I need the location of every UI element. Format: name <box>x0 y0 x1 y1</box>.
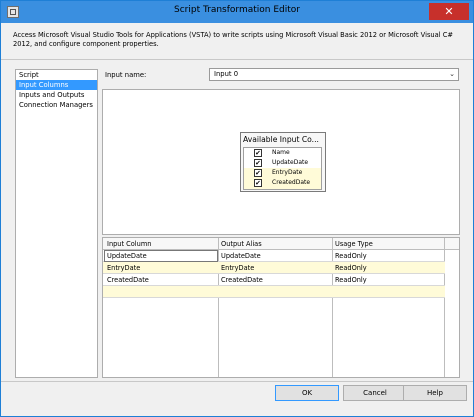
nav-item-connection-managers[interactable]: Connection Managers <box>16 100 97 110</box>
new-row[interactable] <box>103 286 445 298</box>
cell-input-column[interactable]: CreatedDate <box>107 276 149 284</box>
column-name: EntryDate <box>272 169 303 176</box>
footer-divider <box>1 381 473 382</box>
column-name: CreatedDate <box>272 179 311 186</box>
chevron-down-icon[interactable]: ⌄ <box>449 69 455 80</box>
check-icon[interactable]: ✔ <box>254 179 262 187</box>
input-name-value: Input 0 <box>214 70 239 78</box>
available-input-columns-box[interactable]: Available Input Co... ✔ Name ✔ UpdateDat… <box>240 132 326 192</box>
input-name-dropdown[interactable]: Input 0 ⌄ <box>209 68 459 81</box>
close-button[interactable]: ✕ <box>429 3 469 20</box>
check-icon[interactable]: ✔ <box>254 159 262 167</box>
input-columns-canvas: Available Input Co... ✔ Name ✔ UpdateDat… <box>102 89 460 235</box>
cell-output-alias[interactable]: UpdateDate <box>221 252 261 260</box>
available-input-columns-list: ✔ Name ✔ UpdateDate ✔ EntryDate ✔ Create… <box>243 147 322 190</box>
cell-usage-type[interactable]: ReadOnly <box>335 264 367 272</box>
table-row[interactable]: EntryDate EntryDate ReadOnly <box>103 262 445 274</box>
cell-usage-type[interactable]: ReadOnly <box>335 252 367 260</box>
ok-button[interactable]: OK <box>275 385 339 401</box>
column-name: Name <box>272 149 290 156</box>
available-input-columns-title: Available Input Co... <box>243 135 319 144</box>
input-name-label: Input name: <box>105 71 147 79</box>
description-text: Access Microsoft Visual Studio Tools for… <box>13 31 454 48</box>
cell-usage-type[interactable]: ReadOnly <box>335 276 367 284</box>
cell-input-column[interactable]: EntryDate <box>107 264 140 272</box>
cell-output-alias[interactable]: CreatedDate <box>221 276 263 284</box>
cell-input-column[interactable]: UpdateDate <box>107 252 147 260</box>
nav-item-inputs-and-outputs[interactable]: Inputs and Outputs <box>16 90 97 100</box>
column-row-createddate[interactable]: ✔ CreatedDate <box>244 178 321 189</box>
check-icon[interactable]: ✔ <box>254 149 262 157</box>
table-row[interactable]: UpdateDate UpdateDate ReadOnly <box>103 250 445 262</box>
table-row[interactable]: CreatedDate CreatedDate ReadOnly <box>103 274 445 286</box>
cell-output-alias[interactable]: EntryDate <box>221 264 254 272</box>
title-bar[interactable]: Script Transformation Editor ✕ <box>1 1 473 23</box>
input-columns-grid: Input Column Output Alias Usage Type Upd… <box>102 237 460 378</box>
cancel-button[interactable]: Cancel <box>343 385 407 401</box>
nav-item-input-columns[interactable]: Input Columns <box>16 80 97 90</box>
script-transformation-editor-window: Script Transformation Editor ✕ Access Mi… <box>0 0 474 417</box>
window-title: Script Transformation Editor <box>174 5 300 15</box>
column-name: UpdateDate <box>272 159 309 166</box>
page-navigation-list: Script Input Columns Inputs and Outputs … <box>15 69 98 378</box>
check-icon[interactable]: ✔ <box>254 169 262 177</box>
header-divider <box>1 59 473 60</box>
nav-item-script[interactable]: Script <box>16 70 97 80</box>
help-button[interactable]: Help <box>403 385 467 401</box>
